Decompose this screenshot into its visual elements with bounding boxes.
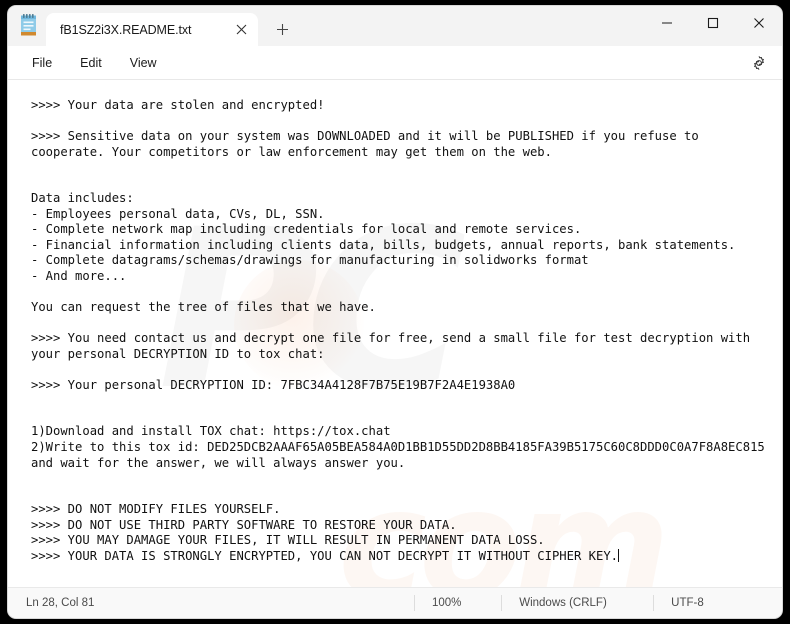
notepad-icon: [18, 13, 40, 39]
status-zoom-level[interactable]: 100%: [413, 595, 501, 611]
title-bar: fB1SZ2i3X.README.txt: [8, 6, 782, 46]
minimize-button[interactable]: [644, 6, 690, 40]
close-icon[interactable]: [228, 18, 254, 42]
plus-icon[interactable]: [266, 14, 298, 44]
tab-readme[interactable]: fB1SZ2i3X.README.txt: [46, 13, 258, 46]
note-text-content: >>>> Your data are stolen and encrypted!…: [31, 98, 765, 563]
close-button[interactable]: [736, 6, 782, 40]
status-cursor-position[interactable]: Ln 28, Col 81: [8, 597, 414, 609]
menu-file[interactable]: File: [20, 51, 64, 75]
status-line-endings[interactable]: Windows (CRLF): [501, 595, 653, 611]
menu-view[interactable]: View: [118, 51, 169, 75]
text-caret: [618, 548, 619, 562]
window-controls: [644, 6, 782, 40]
menu-edit[interactable]: Edit: [68, 51, 114, 75]
tab-strip: fB1SZ2i3X.README.txt: [46, 6, 298, 46]
status-bar: Ln 28, Col 81 100% Windows (CRLF) UTF-8: [8, 587, 782, 618]
menu-bar: File Edit View: [8, 46, 782, 79]
ransom-note-text[interactable]: >>>> Your data are stolen and encrypted!…: [8, 80, 782, 564]
text-editor-area[interactable]: PC com >>>> Your data are stolen and enc…: [8, 80, 782, 587]
gear-icon[interactable]: [746, 50, 772, 76]
tab-title: fB1SZ2i3X.README.txt: [60, 22, 192, 37]
notepad-window: fB1SZ2i3X.README.txt File Edit View com …: [8, 6, 782, 618]
status-encoding[interactable]: UTF-8: [653, 595, 782, 611]
maximize-button[interactable]: [690, 6, 736, 40]
